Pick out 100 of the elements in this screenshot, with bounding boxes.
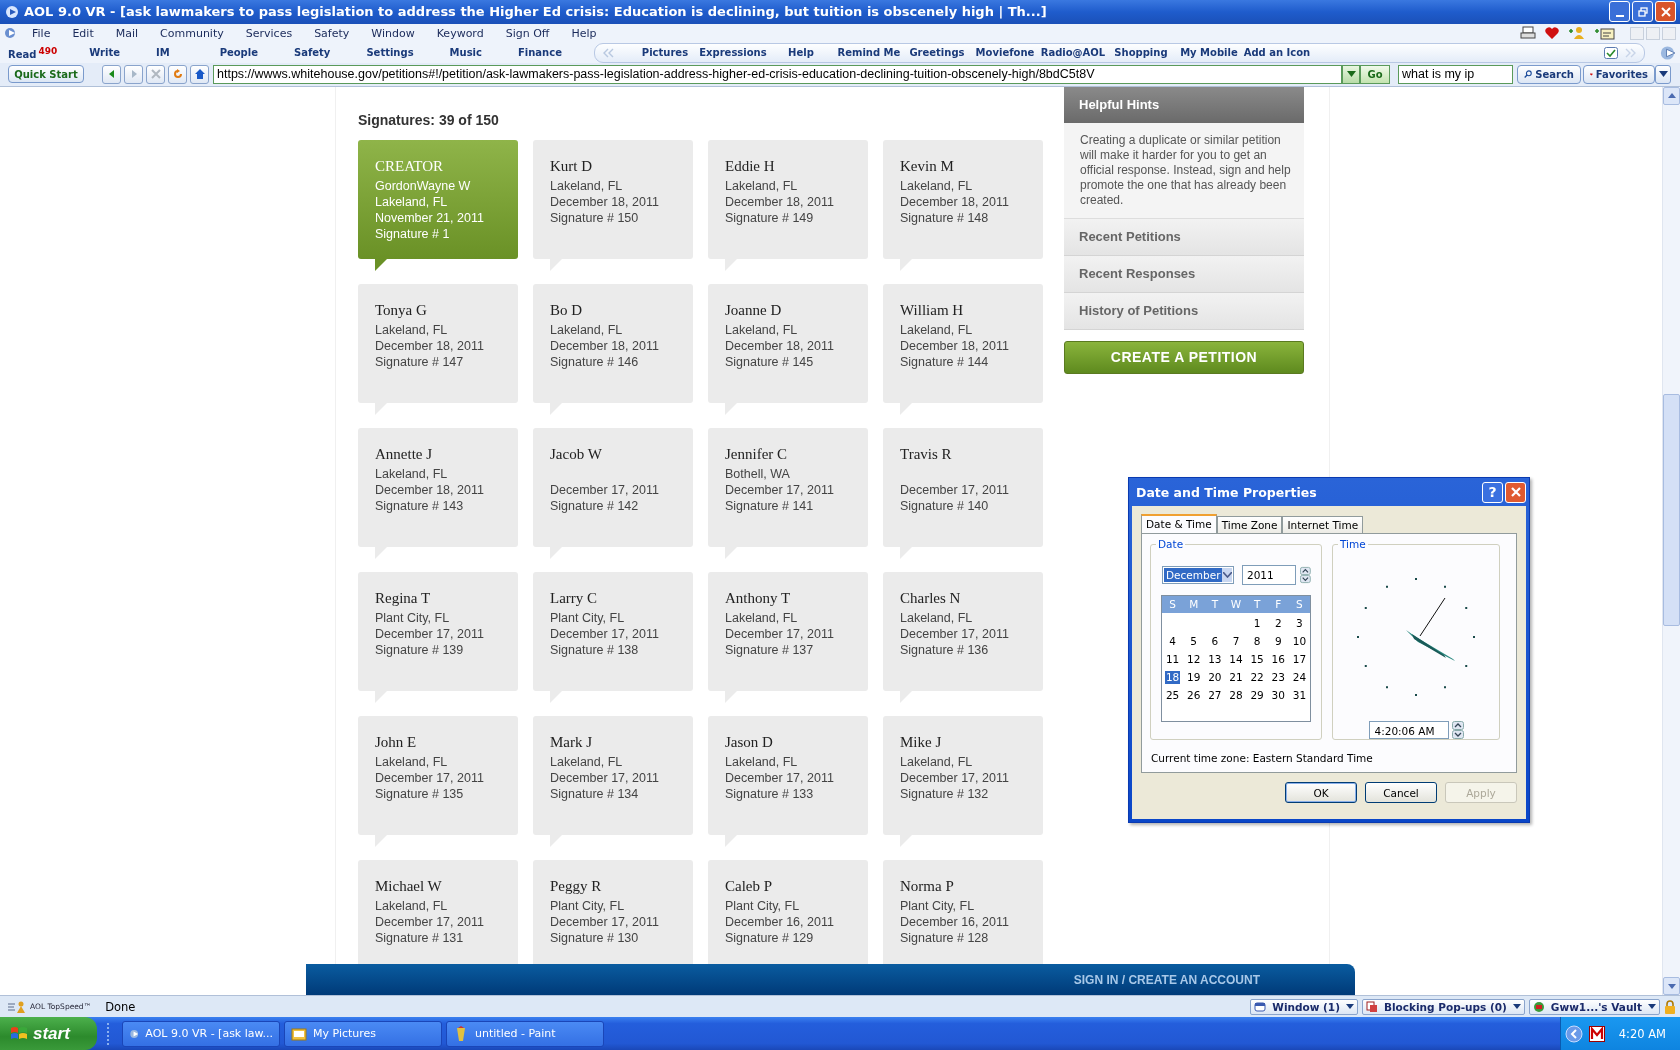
refresh-button[interactable] [168, 64, 187, 84]
calendar-day[interactable]: 16 [1267, 650, 1289, 668]
calendar-day[interactable]: 27 [1204, 686, 1226, 704]
calendar-day[interactable]: 15 [1246, 650, 1268, 668]
mcafee-icon[interactable] [1588, 1025, 1605, 1042]
scroll-down-button[interactable] [1663, 977, 1680, 996]
calendar-day[interactable]: 5 [1183, 632, 1205, 650]
menu-item[interactable]: Mail [115, 26, 139, 40]
spin-buttons-icon[interactable] [1451, 721, 1464, 739]
calendar-day[interactable]: 2 [1267, 614, 1289, 632]
start-button[interactable]: start [0, 1017, 97, 1050]
toolbar-button[interactable]: People [219, 47, 258, 59]
toolbar-button[interactable]: Help [766, 47, 835, 59]
menu-item[interactable]: Services [245, 26, 293, 40]
time-field[interactable]: 4:20:06 AM [1368, 721, 1449, 739]
toolbar-button[interactable]: Finance [518, 47, 562, 59]
vault-dropdown[interactable]: Gww1...'s Vault [1528, 998, 1660, 1015]
dialog-button[interactable]: OK [1285, 782, 1357, 803]
toolbar-button[interactable]: Pictures [630, 47, 699, 59]
calendar-day[interactable]: 20 [1204, 668, 1226, 686]
toolbar-button[interactable]: My Mobile [1174, 47, 1243, 59]
favorites-button[interactable]: Favorites [1583, 64, 1655, 84]
calendar-day[interactable]: 28 [1225, 686, 1247, 704]
toolbar-button[interactable]: Safety [294, 47, 331, 59]
stop-button[interactable] [146, 64, 165, 84]
chevron-icon[interactable] [1564, 1024, 1583, 1043]
calendar-day[interactable]: 13 [1204, 650, 1226, 668]
menu-item[interactable]: Community [160, 26, 224, 40]
toolbar-button[interactable]: IM [155, 47, 170, 59]
calendar-day[interactable]: 8 [1246, 632, 1268, 650]
calendar-day[interactable]: 9 [1267, 632, 1289, 650]
dialog-button[interactable]: Cancel [1365, 782, 1437, 803]
menu-item[interactable]: Sign Off [505, 26, 550, 40]
spin-buttons-icon[interactable] [1300, 566, 1311, 584]
toolbar-button[interactable]: Write [89, 47, 120, 59]
toolbar-button[interactable]: Remind Me [834, 47, 903, 59]
search-field[interactable]: what is my ip [1398, 64, 1513, 84]
popup-blocker-dropdown[interactable]: Blocking Pop-ups (0) [1362, 998, 1525, 1015]
back-button[interactable] [102, 64, 121, 84]
scroll-thumb[interactable] [1663, 393, 1680, 626]
toolbar-button[interactable]: Music [449, 47, 482, 59]
sidebar-link[interactable]: Recent Petitions [1064, 218, 1304, 256]
year-field[interactable]: 2011 [1242, 565, 1297, 585]
menu-item[interactable]: Edit [72, 26, 94, 40]
quick-start-button[interactable]: Quick Start [8, 65, 84, 84]
go-button[interactable]: Go [1360, 64, 1390, 84]
dropdown-button[interactable] [1342, 64, 1360, 84]
taskbar-button[interactable]: AOL 9.0 VR - [ask law... [122, 1020, 280, 1047]
calendar-day[interactable]: 12 [1183, 650, 1205, 668]
taskbar-button[interactable]: My Pictures [284, 1020, 442, 1047]
calendar-day[interactable]: 4 [1162, 632, 1184, 650]
heart-icon[interactable] [1544, 26, 1560, 41]
calendar-day[interactable]: 30 [1267, 686, 1289, 704]
calendar-day[interactable]: 6 [1204, 632, 1226, 650]
calendar-day[interactable]: 26 [1183, 686, 1205, 704]
search-button[interactable]: Search [1517, 64, 1581, 84]
sign-in-link[interactable]: SIGN IN / CREATE AN ACCOUNT [1073, 972, 1260, 987]
toolbar-button[interactable]: Expressions [698, 47, 767, 59]
calendar-day[interactable]: 17 [1288, 650, 1310, 668]
dropdown-button[interactable] [1655, 64, 1671, 84]
toolbar-button[interactable]: Add an Icon [1242, 47, 1311, 59]
read-button[interactable]: Read $^{490}$ [8, 45, 58, 61]
add-note-icon[interactable] [1594, 26, 1616, 41]
calendar-day[interactable]: 22 [1246, 668, 1268, 686]
forward-button[interactable] [124, 64, 143, 84]
checkmark-icon[interactable] [1604, 46, 1619, 59]
calendar-day[interactable]: 19 [1183, 668, 1205, 686]
month-dropdown[interactable]: December [1162, 566, 1234, 584]
scrollbar[interactable] [1662, 86, 1680, 996]
menu-item[interactable]: File [32, 26, 51, 40]
menu-item[interactable]: Keyword [436, 26, 484, 40]
window-dropdown[interactable]: Window (1) [1250, 998, 1358, 1015]
toolbar-button[interactable]: Shopping [1106, 47, 1175, 59]
add-person-icon[interactable] [1568, 26, 1586, 41]
sidebar-link[interactable]: Recent Responses [1064, 255, 1304, 293]
help-button[interactable]: ? [1482, 481, 1503, 503]
menu-item[interactable]: Help [571, 26, 597, 40]
menu-item[interactable]: Safety [314, 26, 350, 40]
tab[interactable]: Time Zone [1216, 516, 1283, 533]
toolbar-button[interactable]: Settings [366, 47, 414, 59]
calendar-day[interactable]: 25 [1162, 686, 1184, 704]
toolbar-button[interactable]: Moviefone [970, 47, 1039, 59]
calendar-day[interactable]: 3 [1288, 614, 1310, 632]
home-button[interactable] [190, 64, 209, 84]
calendar-day[interactable]: 21 [1225, 668, 1247, 686]
printer-icon[interactable] [1520, 26, 1536, 41]
calendar-day[interactable]: 24 [1288, 668, 1310, 686]
sidebar-link[interactable]: History of Petitions [1064, 292, 1304, 330]
calendar-day[interactable]: 14 [1225, 650, 1247, 668]
toolbar-button[interactable]: Radio@AOL [1038, 47, 1107, 59]
calendar-day[interactable]: 1 [1246, 614, 1268, 632]
calendar-day[interactable]: 31 [1288, 686, 1310, 704]
taskbar-button[interactable]: untitled - Paint [446, 1020, 604, 1047]
tab[interactable]: Date & Time [1141, 514, 1217, 533]
calendar-day[interactable]: 23 [1267, 668, 1289, 686]
address-field[interactable]: https://wwws.whitehouse.gov/petitions#!/petition/ask-lawmakers-pass-legislation-address-higher-ed-crisis-education-declining-tuition-obscenely-high/8bdC5t8V [213, 64, 1342, 84]
calendar-day[interactable]: 11 [1162, 650, 1184, 668]
calendar-day[interactable]: 10 [1288, 632, 1310, 650]
menu-item[interactable]: Window [371, 26, 415, 40]
toolbar-button[interactable]: Greetings [902, 47, 971, 59]
